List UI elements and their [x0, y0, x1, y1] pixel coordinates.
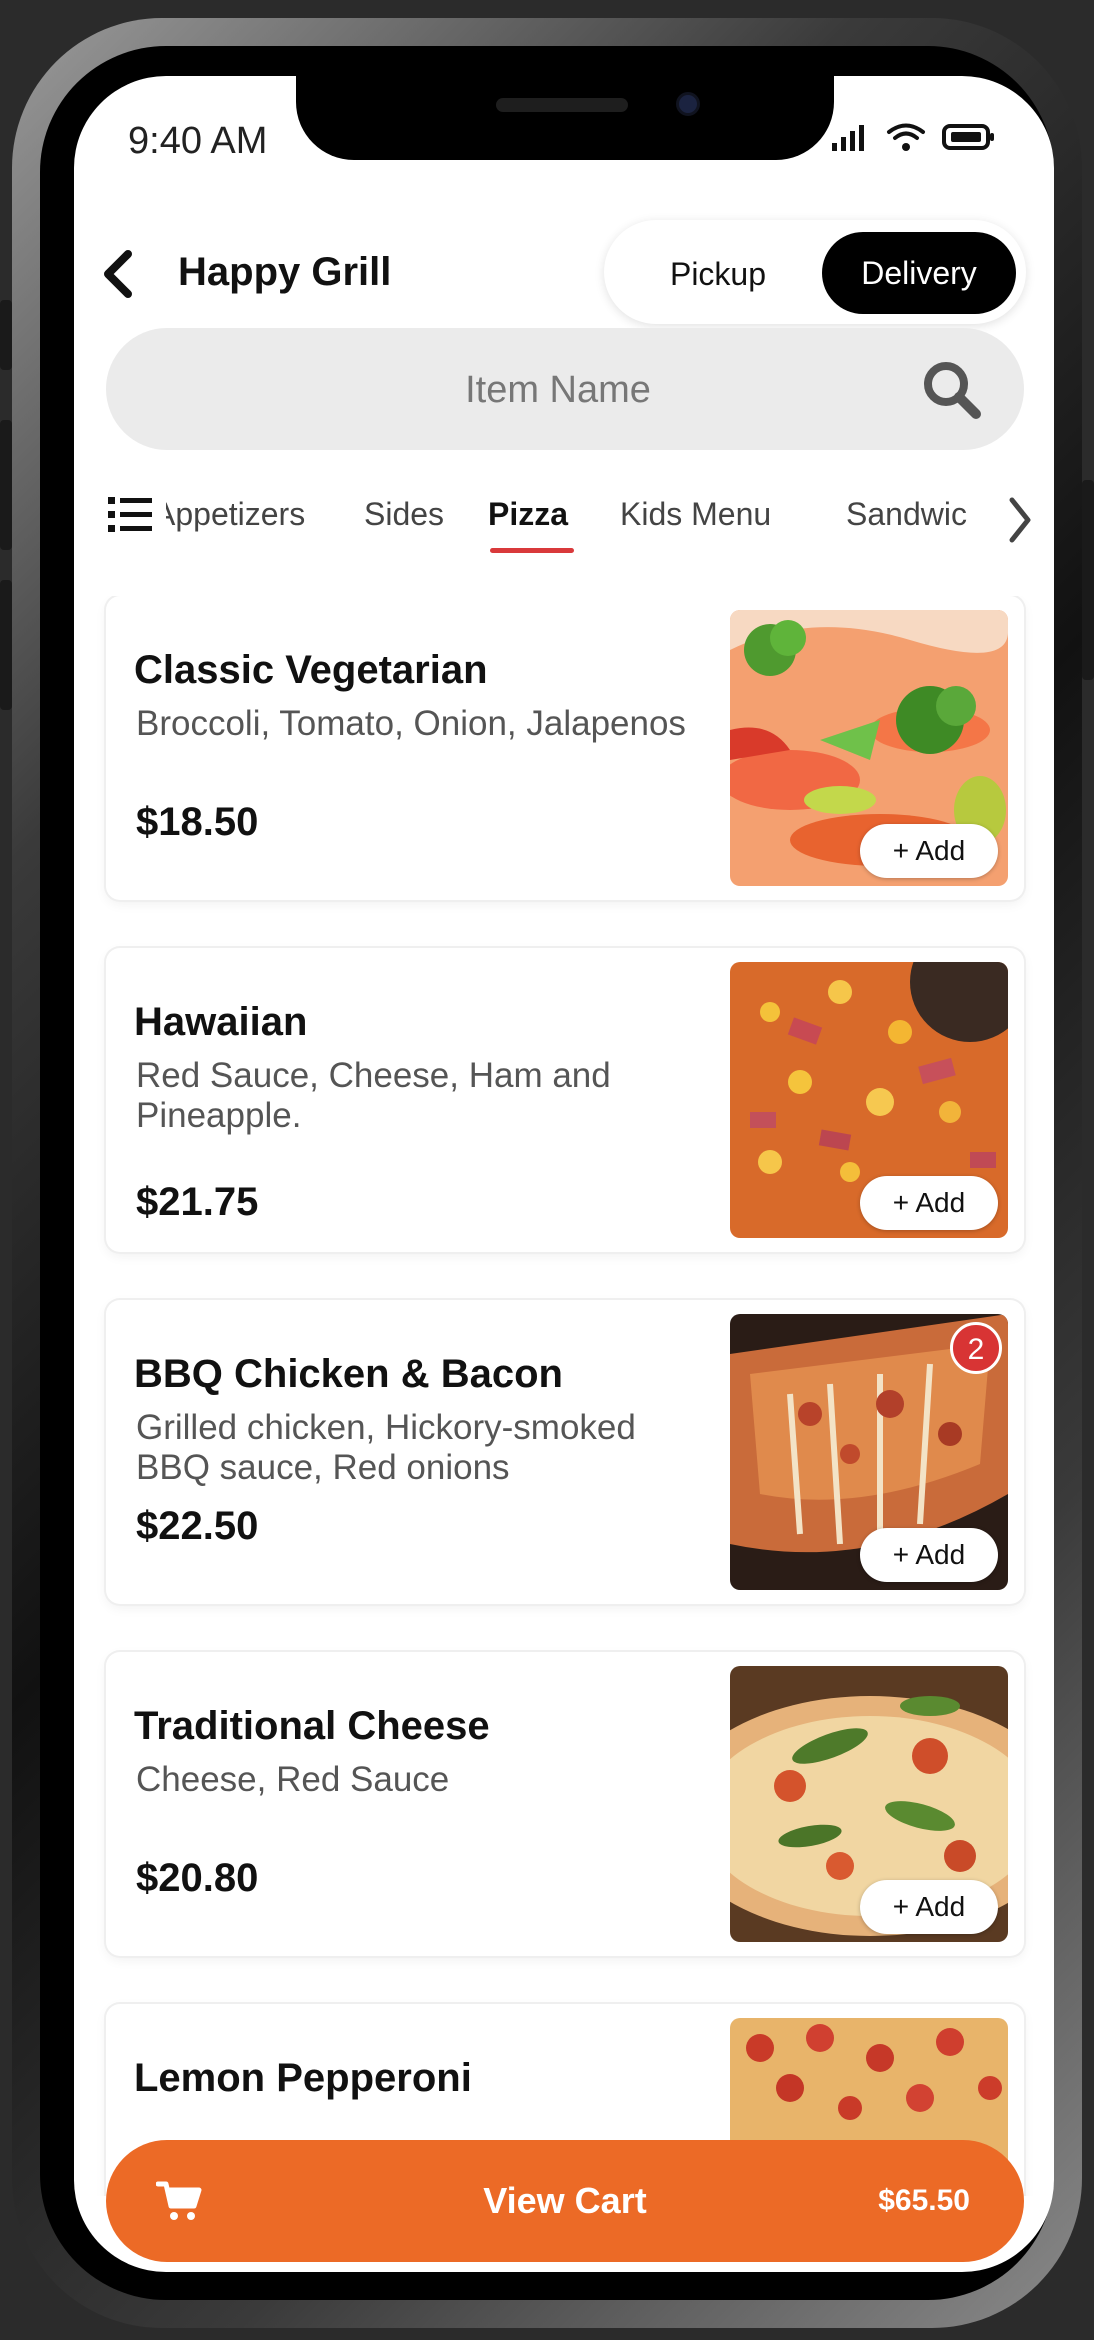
menu-list-icon[interactable] — [108, 494, 152, 536]
tab-sandwiches[interactable]: Sandwic — [846, 496, 967, 533]
cart-total: $65.50 — [878, 2184, 970, 2217]
order-mode-toggle: Pickup Delivery — [604, 220, 1026, 324]
category-scroll[interactable]: Appetizers Sides Pizza Kids Menu Sandwic — [166, 476, 976, 576]
pickup-option[interactable]: Pickup — [638, 244, 798, 304]
chevron-right-icon[interactable] — [1004, 492, 1034, 548]
item-description: Broccoli, Tomato, Onion, Jalapenos — [136, 704, 686, 743]
search-icon[interactable] — [920, 358, 984, 422]
tab-appetizers[interactable]: Appetizers — [166, 496, 305, 533]
notch — [296, 76, 834, 160]
volume-up-button — [0, 420, 12, 550]
status-icons — [830, 122, 996, 152]
menu-item-list[interactable]: Classic Vegetarian Broccoli, Tomato, Oni… — [74, 596, 1054, 2196]
add-button[interactable]: + Add — [860, 1176, 998, 1230]
tab-kids-menu[interactable]: Kids Menu — [620, 496, 771, 533]
app-screen: 9:40 AM Happy Grill Pickup Delivery Item… — [74, 76, 1054, 2272]
tab-sides[interactable]: Sides — [364, 496, 444, 533]
back-button[interactable] — [96, 248, 140, 300]
cart-quantity-badge: 2 — [950, 1322, 1002, 1374]
item-photo: + Add — [730, 610, 1008, 886]
wifi-icon — [887, 123, 925, 151]
category-tabs: Appetizers Sides Pizza Kids Menu Sandwic — [74, 476, 1054, 576]
item-price: $21.75 — [136, 1180, 259, 1224]
item-description: Grilled chicken, Hickory-smoked BBQ sauc… — [136, 1408, 636, 1487]
tab-pizza[interactable]: Pizza — [488, 496, 568, 533]
item-name: Lemon Pepperoni — [134, 2056, 472, 2100]
item-name: Traditional Cheese — [134, 1704, 490, 1748]
status-time: 9:40 AM — [128, 120, 268, 162]
menu-item-card[interactable]: Classic Vegetarian Broccoli, Tomato, Oni… — [106, 596, 1024, 900]
add-button[interactable]: + Add — [860, 1528, 998, 1582]
battery-icon — [942, 124, 994, 150]
mute-switch — [0, 300, 12, 370]
search-bar — [106, 328, 1024, 452]
delivery-option[interactable]: Delivery — [822, 232, 1016, 314]
item-name: BBQ Chicken & Bacon — [134, 1352, 563, 1396]
page-title: Happy Grill — [178, 250, 392, 294]
speaker-grille — [496, 98, 628, 112]
menu-item-card[interactable]: BBQ Chicken & Bacon Grilled chicken, Hic… — [106, 1300, 1024, 1604]
add-button[interactable]: + Add — [860, 824, 998, 878]
back-chevron-icon — [104, 250, 132, 298]
power-button — [1082, 480, 1094, 680]
add-button[interactable]: + Add — [860, 1880, 998, 1934]
item-price: $18.50 — [136, 800, 259, 844]
volume-down-button — [0, 580, 12, 710]
item-description: Red Sauce, Cheese, Ham and Pineapple. — [136, 1056, 611, 1135]
view-cart-button[interactable]: View Cart $65.50 — [106, 2140, 1024, 2262]
item-name: Classic Vegetarian — [134, 648, 488, 692]
search-input[interactable] — [196, 328, 920, 452]
menu-item-card[interactable]: Traditional Cheese Cheese, Red Sauce $20… — [106, 1652, 1024, 1956]
item-photo: + Add — [730, 962, 1008, 1238]
item-name: Hawaiian — [134, 1000, 308, 1044]
menu-item-card[interactable]: Hawaiian Red Sauce, Cheese, Ham and Pine… — [106, 948, 1024, 1252]
front-camera — [676, 92, 700, 116]
item-price: $22.50 — [136, 1504, 259, 1548]
active-tab-indicator — [490, 548, 574, 553]
item-photo: + Add — [730, 1666, 1008, 1942]
item-photo: 2 + Add — [730, 1314, 1008, 1590]
item-price: $20.80 — [136, 1856, 259, 1900]
signal-icon — [832, 125, 864, 151]
item-description: Cheese, Red Sauce — [136, 1760, 450, 1799]
header: Happy Grill Pickup Delivery — [74, 212, 1054, 332]
